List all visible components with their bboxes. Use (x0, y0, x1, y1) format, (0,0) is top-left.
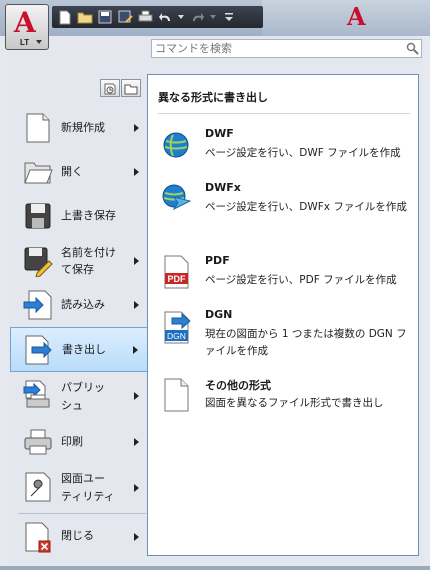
export-option-name: DWFx (205, 181, 241, 194)
export-icon (24, 334, 54, 366)
export-submenu-panel: 異なる形式に書き出し DWF ページ設定を行い、DWF ファイルを作成 DWFx… (147, 74, 419, 556)
command-search-input[interactable] (152, 40, 397, 57)
save-as-icon (23, 245, 53, 278)
submenu-arrow-icon (134, 533, 139, 541)
svg-text:DGN: DGN (167, 331, 186, 341)
export-option-name: DGN (205, 308, 233, 321)
new-file-icon[interactable] (56, 8, 74, 26)
submenu-arrow-icon (134, 438, 139, 446)
save-disk-icon (23, 201, 53, 233)
export-option-dwfx[interactable]: DWFx ページ設定を行い、DWFx ファイルを作成 (158, 181, 416, 237)
menu-item-label: 図面ユー (61, 472, 105, 485)
export-option-description: ページ設定を行い、DWFx ファイルを作成 (205, 201, 407, 213)
quick-access-toolbar (52, 6, 263, 28)
submenu-arrow-icon (134, 168, 139, 176)
menu-item-import[interactable]: 読み込み (10, 287, 148, 323)
submenu-arrow-icon (134, 301, 139, 309)
close-document-icon (23, 521, 53, 553)
undo-icon[interactable] (156, 8, 174, 26)
menu-item-label: 読み込み (61, 298, 105, 311)
menu-item-label: 閉じる (61, 529, 94, 542)
export-option-name: DWF (205, 127, 234, 140)
blank-file-icon (160, 377, 192, 412)
svg-text:PDF: PDF (168, 274, 187, 284)
import-icon (23, 289, 53, 321)
menu-item-label: ティリティ (61, 490, 115, 503)
redo-dropdown-icon[interactable] (210, 15, 216, 19)
menu-item-print[interactable]: 印刷 (10, 424, 148, 460)
menu-item-label: 名前を付け (61, 246, 116, 259)
search-icon[interactable] (406, 42, 419, 55)
command-search-box[interactable] (151, 39, 422, 58)
undo-dropdown-icon[interactable] (178, 15, 184, 19)
export-option-description: ページ設定を行い、PDF ファイルを作成 (205, 274, 397, 286)
export-option-name: PDF (205, 254, 230, 267)
app-edition-label: LT (20, 38, 30, 47)
submenu-arrow-icon (133, 346, 138, 354)
menu-item-export[interactable]: 書き出し (10, 327, 148, 372)
plot-print-icon[interactable] (136, 8, 154, 26)
application-menu-button[interactable]: A LT (5, 4, 49, 50)
panel-title: 異なる形式に書き出し (158, 91, 268, 104)
menu-item-publish[interactable]: パブリッ シュ (10, 376, 148, 416)
save-as-icon[interactable] (116, 8, 134, 26)
submenu-arrow-icon (134, 124, 139, 132)
export-option-description: 図面を異なるファイル形式で書き出し (205, 397, 384, 409)
export-option-other-formats[interactable]: その他の形式 図面を異なるファイル形式で書き出し (158, 377, 416, 417)
recent-open-documents-toggle (100, 79, 141, 97)
menu-item-drawing-utilities[interactable]: 図面ユー ティリティ (10, 468, 148, 508)
menu-item-open[interactable]: 開く (10, 154, 148, 190)
export-option-dwf[interactable]: DWF ページ設定を行い、DWF ファイルを作成 (158, 127, 416, 167)
export-option-pdf[interactable]: PDF PDF ページ設定を行い、PDF ファイルを作成 (158, 254, 416, 298)
new-document-icon (23, 112, 53, 144)
export-option-description: ページ設定を行い、DWF ファイルを作成 (205, 147, 401, 159)
menu-item-label: 印刷 (61, 435, 83, 448)
wrench-icon (23, 471, 53, 503)
open-documents-icon[interactable] (121, 79, 141, 97)
customize-qat-icon[interactable] (220, 8, 238, 26)
submenu-arrow-icon (134, 257, 139, 265)
dgn-file-icon: DGN (160, 308, 192, 344)
menu-item-label: て保存 (61, 263, 94, 276)
menu-item-label: パブリッ (61, 381, 105, 394)
dwf-globe-icon (160, 127, 192, 161)
menu-divider (18, 513, 146, 514)
menu-item-label: 上書き保存 (61, 209, 116, 222)
menu-item-label: 書き出し (62, 343, 106, 356)
dwfx-globe-icon (160, 181, 192, 215)
open-folder-icon (23, 157, 53, 189)
autocad-logo-icon: A (14, 6, 36, 39)
submenu-arrow-icon (134, 484, 139, 492)
menu-item-new[interactable]: 新規作成 (10, 110, 148, 146)
menu-item-save-as[interactable]: 名前を付け て保存 (10, 242, 148, 280)
redo-icon[interactable] (188, 8, 206, 26)
window-bottom-edge (0, 566, 430, 570)
open-folder-icon[interactable] (76, 8, 94, 26)
export-option-dgn[interactable]: DGN DGN 現在の図面から 1 つまたは複数の DGN ファイルを作成 (158, 308, 416, 368)
title-bar-right (262, 0, 430, 36)
printer-icon (23, 427, 53, 459)
menu-item-label: 新規作成 (61, 121, 105, 134)
menu-item-close[interactable]: 閉じる (10, 518, 148, 556)
save-icon[interactable] (96, 8, 114, 26)
recent-documents-icon[interactable] (100, 79, 120, 97)
menu-item-label: シュ (61, 399, 83, 412)
publish-icon (23, 379, 53, 411)
panel-divider (158, 113, 410, 114)
menu-item-label: 開く (61, 165, 83, 178)
pdf-file-icon: PDF (160, 254, 192, 289)
export-option-description: 現在の図面から 1 つまたは複数の DGN ファイルを作成 (205, 328, 407, 357)
background-autocad-logo: A (347, 2, 366, 31)
chevron-down-icon (36, 40, 42, 44)
menu-item-save[interactable]: 上書き保存 (10, 198, 148, 234)
export-option-name: その他の形式 (205, 379, 271, 392)
submenu-arrow-icon (134, 392, 139, 400)
